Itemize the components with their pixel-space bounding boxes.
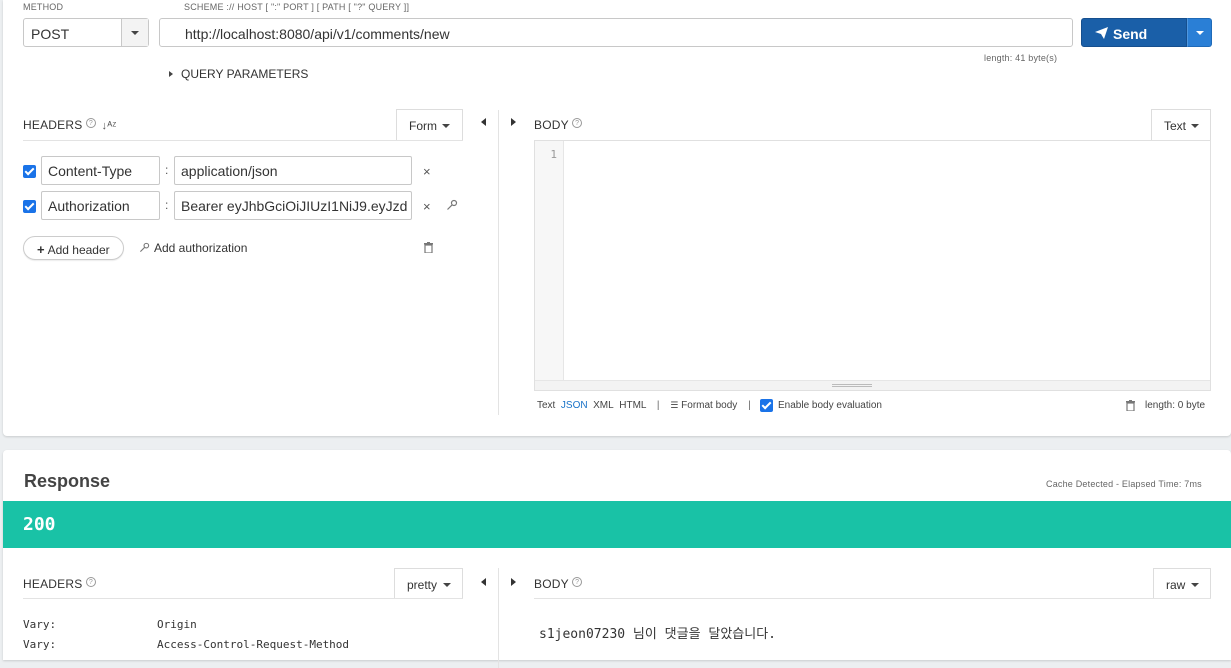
chevron-down-icon [1191,124,1199,128]
editor-resize-handle[interactable] [535,380,1210,390]
body-mode-select[interactable]: Text [1151,109,1211,140]
format-body-button[interactable]: ☰ Format body [670,400,737,411]
response-body-title: BODY ? [534,577,583,591]
response-headers-title: HEADERS ? [23,577,96,591]
add-authorization-link[interactable]: Add authorization [139,241,247,255]
send-button[interactable]: Send [1081,18,1187,47]
header-name-field[interactable]: Content-Type [41,156,160,185]
headers-title-text: HEADERS [23,118,83,132]
collapse-left-icon[interactable] [481,578,486,586]
divider [534,598,1211,599]
response-panel: Response Cache Detected - Elapsed Time: … [3,450,1231,668]
response-header-value: Access-Control-Request-Method [157,638,350,651]
body-format-bar: Text JSON XML HTML | ☰ Format body | [537,400,759,411]
add-header-button[interactable]: + Add header [23,236,124,260]
url-format-label: SCHEME :// HOST [ ":" PORT ] [ PATH [ "?… [184,2,410,12]
plus-icon: + [37,242,45,257]
collapse-right-icon[interactable] [511,578,516,586]
response-header-name: Vary: [23,618,57,631]
method-dropdown-toggle[interactable] [121,19,148,46]
remove-header-icon[interactable]: × [423,199,431,214]
key-icon [139,242,150,253]
body-editor[interactable]: 1 [534,140,1211,391]
header-name-field[interactable]: Authorization [41,191,160,220]
trash-icon[interactable] [424,242,433,253]
status-code: 200 [23,514,56,535]
trash-icon[interactable] [1126,400,1135,411]
body-title-text: BODY [534,118,569,132]
pane-divider[interactable] [498,568,499,668]
key-icon[interactable] [446,199,458,211]
send-options-toggle[interactable] [1187,18,1212,47]
help-icon[interactable]: ? [572,577,583,587]
response-body-mode-select[interactable]: raw [1153,568,1211,599]
chevron-down-icon [131,31,139,35]
body-mode-label: Text [1164,119,1187,133]
response-headers-mode-select[interactable]: pretty [394,568,463,599]
enable-body-evaluation-label: Enable body evaluation [778,400,882,411]
colon-separator: : [165,198,169,212]
response-title: Response [24,471,111,491]
chevron-down-icon [1196,31,1204,35]
send-label: Send [1113,26,1148,42]
header-enabled-checkbox[interactable] [23,165,36,178]
status-code-bar: 200 [3,501,1231,548]
query-parameters-label: QUERY PARAMETERS [181,67,309,81]
response-body-text[interactable]: s1jeon07230 님이 댓글을 달았습니다. [539,623,776,642]
format-json[interactable]: JSON [561,400,588,411]
help-icon[interactable]: ? [85,118,96,128]
help-icon[interactable]: ? [572,118,583,128]
add-authorization-label: Add authorization [154,241,248,255]
format-text[interactable]: Text [537,400,555,411]
chevron-down-icon [443,583,451,587]
method-select[interactable]: POST [23,18,149,47]
response-body-mode-label: raw [1166,578,1186,592]
response-header-name: Vary: [23,638,57,651]
help-icon[interactable]: ? [85,577,96,587]
enable-body-evaluation-checkbox[interactable] [760,399,773,412]
collapse-left-icon[interactable] [481,118,486,126]
divider [23,140,463,141]
response-header-value: Origin [157,618,197,631]
method-label: METHOD [23,2,64,12]
response-body-title-text: BODY [534,577,569,591]
paper-plane-icon [1095,27,1108,39]
remove-header-icon[interactable]: × [423,164,431,179]
sort-icon[interactable]: ↓ᴬᶻ [102,120,117,132]
url-length: length: 41 byte(s) [984,53,1058,63]
chevron-down-icon [1191,583,1199,587]
headers-mode-label: Form [409,119,437,133]
response-headers-mode-label: pretty [407,578,438,592]
pane-divider[interactable] [498,110,499,415]
format-html[interactable]: HTML [619,400,646,411]
header-value-field[interactable]: Bearer eyJhbGciOiJIUzI1NiJ9.eyJzd [174,191,412,220]
line-number-gutter: 1 [535,141,564,381]
headers-title: HEADERS ? ↓ᴬᶻ [23,118,117,132]
collapse-right-icon[interactable] [511,118,516,126]
request-panel: METHOD SCHEME :// HOST [ ":" PORT ] [ PA… [3,0,1231,436]
colon-separator: : [165,163,169,177]
line-number: 1 [550,148,557,161]
format-xml[interactable]: XML [593,400,614,411]
response-headers-title-text: HEADERS [23,577,83,591]
add-header-label: Add header [47,243,110,257]
body-title: BODY ? [534,118,583,132]
chevron-right-icon [169,71,173,77]
method-value: POST [31,26,70,42]
header-value-field[interactable]: application/json [174,156,412,185]
chevron-down-icon [442,124,450,128]
separator: | [748,400,751,411]
body-length: length: 0 byte [1145,400,1206,411]
header-enabled-checkbox[interactable] [23,200,36,213]
headers-mode-select[interactable]: Form [396,109,463,140]
format-body-label: Format body [681,400,738,411]
cache-info: Cache Detected - Elapsed Time: 7ms [1046,479,1202,489]
url-input[interactable]: http://localhost:8080/api/v1/comments/ne… [159,18,1073,47]
query-parameters-toggle[interactable]: QUERY PARAMETERS [169,67,308,81]
separator: | [656,400,660,411]
align-lines-icon: ☰ [670,400,679,410]
divider [23,598,463,599]
